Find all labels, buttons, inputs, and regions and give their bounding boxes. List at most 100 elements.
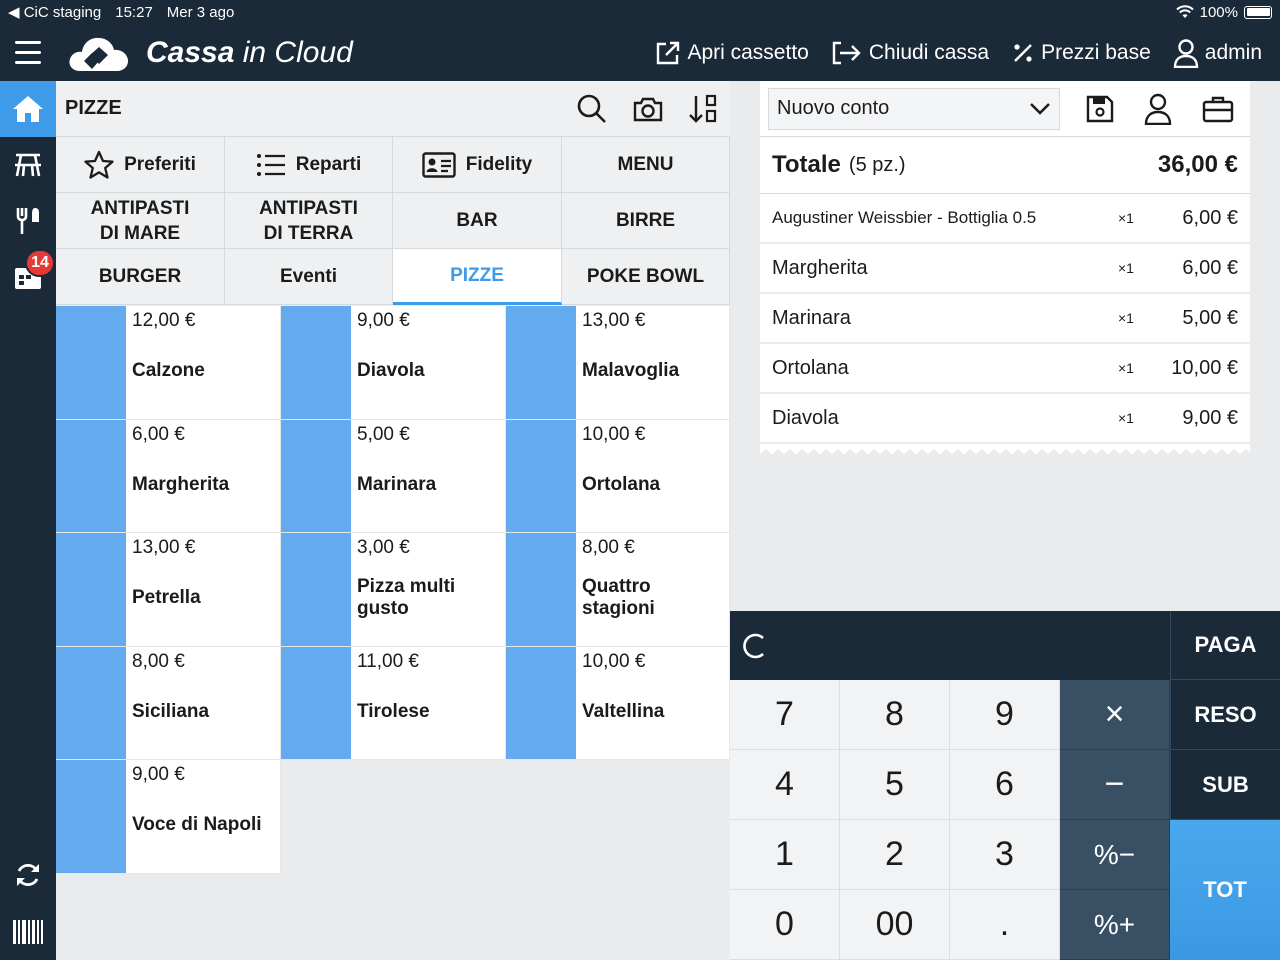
product-tile[interactable]: 8,00 € Quattro stagioni (506, 533, 730, 647)
sidebar-barcode[interactable] (0, 904, 56, 960)
receipt-line[interactable]: Margherita ×1 6,00 € (760, 244, 1250, 294)
line-name: Marinara (772, 306, 851, 329)
category-bar[interactable]: BAR (393, 193, 562, 249)
battery-icon (1244, 5, 1272, 19)
product-tile[interactable]: 12,00 € Calzone (56, 306, 281, 420)
category-fidelity[interactable]: Fidelity (393, 137, 562, 193)
key-8[interactable]: 8 (840, 680, 950, 750)
subtotal-button[interactable]: SUB (1170, 750, 1280, 820)
product-tile[interactable]: 9,00 € Diavola (281, 306, 506, 420)
category-label: MENU (617, 154, 674, 175)
product-color (281, 533, 351, 646)
line-price: 5,00 € (1182, 306, 1238, 329)
key-1[interactable]: 1 (730, 820, 840, 890)
line-name: Margherita (772, 256, 868, 279)
base-prices-button[interactable]: Prezzi base (1011, 41, 1151, 65)
battery-percent: 100% (1199, 3, 1238, 21)
close-register-button[interactable]: Chiudi cassa (831, 40, 989, 66)
key-2[interactable]: 2 (840, 820, 950, 890)
search-icon[interactable] (576, 93, 608, 125)
sidebar-menu[interactable] (0, 193, 56, 249)
percent-icon (1014, 43, 1032, 62)
product-color (56, 419, 126, 532)
product-tile[interactable]: 5,00 € Marinara (281, 419, 506, 533)
product-tile[interactable]: 11,00 € Tirolese (281, 646, 506, 760)
product-tile[interactable]: 10,00 € Valtellina (506, 646, 730, 760)
category-burger[interactable]: BURGER (56, 249, 225, 305)
key-decimal[interactable]: . (950, 890, 1060, 960)
key-multiply[interactable]: × (1060, 680, 1170, 750)
category-antipasti-mare[interactable]: ANTIPASTI DI MARE (56, 193, 225, 249)
product-tile[interactable]: 8,00 € Siciliana (56, 646, 281, 760)
key-7[interactable]: 7 (730, 680, 840, 750)
category-menu[interactable]: MENU (562, 137, 730, 193)
product-name: Margherita (132, 473, 230, 495)
receipt-line[interactable]: Ortolana ×1 10,00 € (760, 344, 1250, 394)
key-6[interactable]: 6 (950, 750, 1060, 820)
product-tile[interactable]: 9,00 € Voce di Napoli (56, 760, 281, 874)
product-name: Marinara (357, 473, 437, 495)
product-tile[interactable]: 13,00 € Petrella (56, 533, 281, 647)
category-antipasti-terra[interactable]: ANTIPASTI DI TERRA (225, 193, 393, 249)
product-price: 3,00 € (357, 537, 410, 558)
key-0[interactable]: 0 (730, 890, 840, 960)
sidebar-home[interactable] (0, 81, 56, 137)
product-price: 11,00 € (357, 650, 419, 672)
key-3[interactable]: 3 (950, 820, 1060, 890)
key-00[interactable]: 00 (840, 890, 950, 960)
account-select[interactable]: Nuovo conto (768, 87, 1060, 130)
account-row: Nuovo conto (760, 81, 1250, 137)
status-date: Mer 3 ago (166, 3, 235, 21)
sidebar-tables[interactable] (0, 137, 56, 193)
briefcase-icon[interactable] (1202, 95, 1234, 123)
receipt-line[interactable]: Augustiner Weissbier - Bottiglia 0.5 ×1 … (760, 194, 1250, 244)
category-reparti[interactable]: Reparti (225, 137, 393, 193)
product-panel: PIZZE Preferiti Reparti Fidelity MENU AN… (56, 81, 730, 960)
category-birre[interactable]: BIRRE (562, 193, 730, 249)
sidebar-sync[interactable] (0, 847, 56, 903)
category-eventi[interactable]: Eventi (225, 249, 393, 305)
status-bar: ◀ CiC staging 15:27 Mer 3 ago 100% (0, 0, 1280, 24)
line-qty: ×1 (1118, 310, 1134, 326)
receipt-line[interactable]: Marinara ×1 5,00 € (760, 294, 1250, 344)
category-label: ANTIPASTI DI MARE (90, 197, 190, 244)
category-label: BIRRE (615, 210, 676, 231)
key-5[interactable]: 5 (840, 750, 950, 820)
camera-icon[interactable] (632, 95, 664, 123)
product-tile[interactable]: 3,00 € Pizza multi gusto (281, 533, 506, 647)
receipt-line[interactable]: Diavola ×1 9,00 € (760, 394, 1250, 444)
key-percent-plus[interactable]: %+ (1060, 890, 1170, 960)
category-poke-bowl[interactable]: POKE BOWL (562, 249, 730, 305)
user-menu-button[interactable]: admin (1173, 38, 1262, 68)
brand-name-bold: Cassa (146, 35, 235, 69)
total-button[interactable]: TOT (1170, 820, 1280, 960)
menu-icon[interactable] (0, 24, 56, 81)
back-app-label: CiC staging (23, 4, 102, 21)
pay-button[interactable]: PAGA (1170, 611, 1280, 680)
loading-spinner-icon (743, 633, 764, 658)
open-drawer-button[interactable]: Apri cassetto (655, 40, 809, 66)
refund-button[interactable]: RESO (1170, 680, 1280, 750)
category-label: Eventi (279, 266, 338, 287)
back-app-link[interactable]: ◀ CiC staging (8, 3, 101, 21)
user-name: admin (1204, 40, 1262, 64)
product-grid: 12,00 € Calzone 9,00 € Diavola 13,00 € Mala… (56, 306, 730, 874)
product-tile[interactable]: 13,00 € Malavoglia (506, 306, 730, 420)
sort-icon[interactable] (688, 93, 720, 125)
category-pizze[interactable]: PIZZE (393, 249, 562, 305)
product-tile[interactable]: 6,00 € Margherita (56, 419, 281, 533)
save-icon[interactable] (1086, 95, 1114, 123)
customer-icon[interactable] (1144, 93, 1172, 125)
key-4[interactable]: 4 (730, 750, 840, 820)
receipt: Nuovo conto Totale (5 pz.) 36,00 € Augus… (760, 81, 1250, 454)
total-label: Totale (772, 151, 841, 178)
key-9[interactable]: 9 (950, 680, 1060, 750)
key-minus[interactable]: − (1060, 750, 1170, 820)
category-preferiti[interactable]: Preferiti (56, 137, 225, 193)
external-link-icon (657, 41, 680, 64)
product-tile[interactable]: 10,00 € Ortolana (506, 419, 730, 533)
key-percent-minus[interactable]: %− (1060, 820, 1170, 890)
sidebar-calendar[interactable]: 14 (0, 249, 56, 305)
line-name: Diavola (772, 406, 839, 429)
product-price: 8,00 € (132, 650, 185, 672)
